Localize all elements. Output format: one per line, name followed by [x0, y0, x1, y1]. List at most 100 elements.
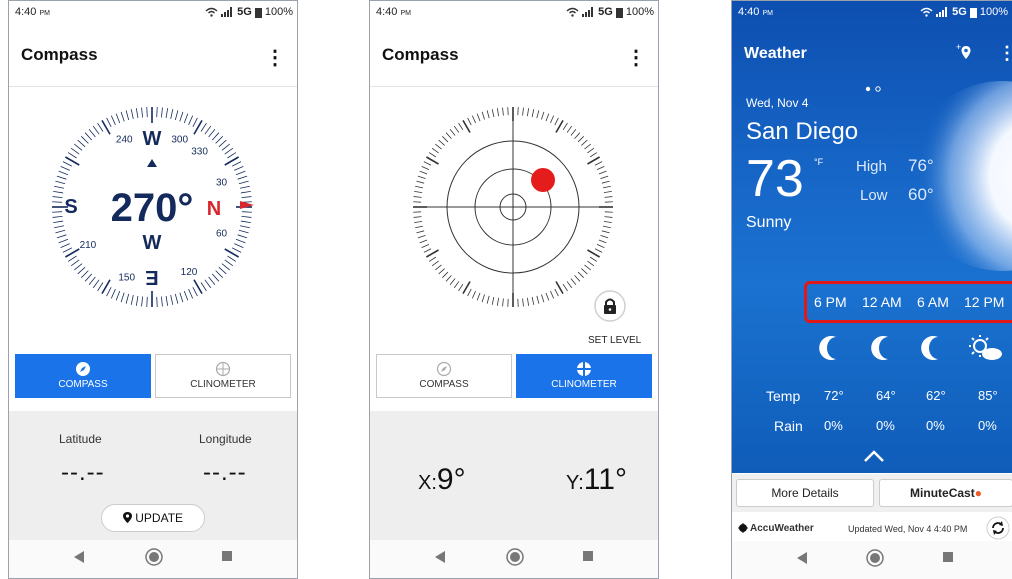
network-label: 5G: [952, 6, 967, 18]
temp-hour-1: 72°: [824, 388, 844, 403]
dial-tick: [416, 180, 425, 184]
dial-tick: [445, 275, 452, 282]
more-details-button[interactable]: More Details: [736, 479, 874, 507]
dial-tick: [239, 185, 250, 189]
dial-tick: [170, 109, 174, 120]
dial-tick: [241, 211, 252, 213]
dial-tick: [536, 110, 540, 119]
dial-tick: [603, 220, 612, 224]
page-indicator[interactable]: [864, 85, 884, 93]
update-button[interactable]: UPDATE: [101, 504, 205, 532]
accuweather-logo-icon: [738, 523, 748, 533]
dial-tick: [238, 180, 249, 185]
dial-tick: [584, 143, 591, 150]
brand-name[interactable]: AccuWeather: [750, 523, 814, 534]
dial-tick: [130, 109, 134, 120]
city-name[interactable]: San Diego: [746, 118, 858, 146]
dial-tick: [224, 259, 234, 267]
status-bar: 4:40 PM 5G 100%: [9, 1, 297, 23]
dial-tick: [110, 115, 116, 125]
dial-tick: [438, 139, 445, 146]
back-icon[interactable]: [796, 551, 808, 565]
dial-tick: [240, 190, 251, 194]
signal-icon: [936, 7, 948, 17]
dial-tick: [146, 107, 148, 118]
clinometer-screen: 4:40 PM 5G 100% Compass ⋮ SET LEVEL COMP…: [369, 0, 659, 579]
battery-icon: [615, 7, 623, 18]
dial-tick: [502, 298, 504, 307]
dial-tick: [419, 239, 428, 244]
more-menu-icon[interactable]: ⋮: [265, 45, 285, 70]
dial-tick: [234, 243, 244, 249]
dial-tick: [81, 270, 89, 278]
dial-tick: [545, 292, 550, 301]
dial-tick: [417, 235, 426, 239]
lock-button[interactable]: [594, 290, 626, 322]
dial-tick: [491, 296, 495, 305]
dial-tick: [237, 234, 248, 239]
dial-tick: [601, 230, 610, 234]
y-value: 11°: [583, 463, 627, 496]
dial-tick: [183, 290, 189, 301]
dial-tick: [414, 190, 423, 194]
action-row: More Details MinuteCast●: [732, 474, 1012, 512]
dial-tick: [417, 175, 426, 179]
back-icon[interactable]: [434, 550, 446, 564]
dial-tick: [589, 256, 598, 262]
recents-icon[interactable]: [582, 550, 594, 562]
hour-4: 12 PM: [964, 294, 1005, 310]
dial-tick: [62, 247, 72, 253]
dial-tick: [502, 107, 504, 116]
chevron-up-icon[interactable]: [863, 449, 885, 463]
dial-tick: [598, 170, 607, 175]
tab-clinometer[interactable]: CLINOMETER: [516, 354, 652, 398]
dial-tick: [602, 185, 611, 189]
dial-tick: [92, 125, 100, 135]
home-icon[interactable]: [506, 548, 524, 566]
dial-tick: [227, 255, 237, 262]
tab-clinometer[interactable]: CLINOMETER: [155, 354, 291, 398]
dial-tick: [70, 259, 80, 267]
high-value: 76°: [908, 156, 934, 175]
dial-tick: [74, 263, 83, 271]
refresh-icon[interactable]: [986, 516, 1010, 540]
dial-tick: [130, 294, 134, 305]
home-icon[interactable]: [866, 549, 884, 567]
dial-tick: [174, 110, 179, 121]
set-level-label[interactable]: SET LEVEL: [588, 335, 641, 346]
dial-tick: [218, 266, 227, 275]
minutecast-button[interactable]: MinuteCast●: [879, 479, 1012, 507]
dial-tick: [74, 143, 83, 151]
dial-tick: [92, 279, 100, 289]
dial-tick: [88, 276, 96, 285]
moon-icon: [921, 336, 938, 360]
dial-tick: [449, 129, 456, 136]
dial-tick: [536, 295, 540, 304]
recents-icon[interactable]: [942, 551, 954, 563]
more-menu-icon[interactable]: ⋮: [998, 43, 1012, 64]
add-location-icon[interactable]: +: [956, 43, 974, 61]
dial-tick: [192, 117, 198, 127]
more-menu-icon[interactable]: ⋮: [626, 45, 646, 70]
tab-compass[interactable]: COMPASS: [15, 354, 151, 398]
tab-compass[interactable]: COMPASS: [376, 354, 512, 398]
dial-tick: [449, 278, 456, 285]
dial-tick: [526, 108, 530, 117]
dial-tick: [541, 294, 545, 303]
status-bar: 4:40 PM 5G 100%: [370, 1, 658, 23]
dial-tick: [221, 143, 230, 151]
dial-tick: [235, 170, 246, 176]
back-icon[interactable]: [73, 550, 85, 564]
dial-tick: [84, 273, 93, 282]
dial-tick: [204, 279, 212, 289]
tab-compass-label: COMPASS: [419, 379, 469, 390]
dial-tick: [604, 196, 613, 198]
recents-icon[interactable]: [221, 550, 233, 562]
dial-tick: [192, 287, 198, 297]
dial-tick: [52, 196, 63, 198]
dial-tick: [458, 283, 464, 292]
home-icon[interactable]: [145, 548, 163, 566]
dial-tick: [110, 289, 116, 299]
dial-tick: [555, 281, 564, 295]
dial-tick: [491, 109, 495, 118]
